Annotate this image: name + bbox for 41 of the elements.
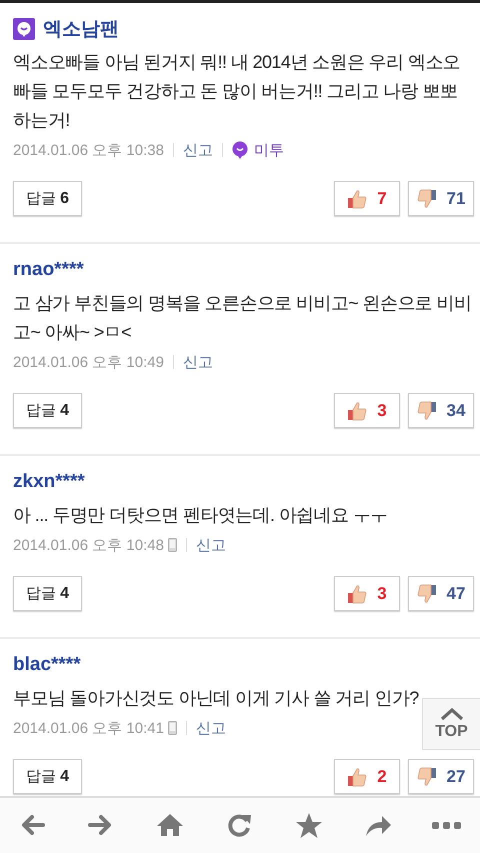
comment-text: 부모님 돌아가신것도 아닌데 이게 기사 쓸 거리 인가? [13,687,420,710]
reply-button[interactable]: 답글 4 [13,759,82,794]
timestamp: 2014.01.06 오후 10:48 [13,536,164,554]
comment-text: 아 ... 두명만 더탓으면 펜타엿는데. 아쉽네요 ㅜㅜ [13,504,389,527]
thumbs-down-icon [416,188,437,208]
metoo-link[interactable]: 미투 [254,140,284,160]
author-name[interactable]: 엑소남팬 [43,16,119,42]
author-name[interactable]: blac**** [13,654,81,676]
reply-button[interactable]: 답글 6 [13,181,82,216]
report-link[interactable]: 신고 [182,352,213,372]
thumbs-down-icon [416,584,437,604]
report-link[interactable]: 신고 [196,536,226,554]
dislike-button[interactable]: 27 [408,759,474,794]
reply-button[interactable]: 답글 4 [13,576,82,611]
scroll-to-top-button[interactable]: TOP [422,698,480,750]
report-link[interactable]: 신고 [196,718,226,738]
author-name[interactable]: rnao**** [13,259,84,281]
comment-text: 고 삼가 부친들의 명복을 오른손으로 비비고~ 왼손으로 비비고~ 아싸~ >ㅁ< [13,292,472,344]
report-link[interactable]: 신고 [182,140,213,160]
star-icon[interactable] [294,810,324,840]
thumbs-up-icon [347,766,368,786]
speech-bubble-icon [232,141,248,159]
thumbs-up-icon [347,584,368,604]
author-name[interactable]: zkxn**** [13,471,85,493]
comment-text: 엑소오빠들 아님 된거지 뭐!! 내 2014년 소원은 우리 엑소오빠들 모두모두 건강하고 돈 많이 버는거!! 그리고 나랑 뽀뽀하는거! [13,51,462,132]
like-button[interactable]: 3 [334,576,400,611]
dislike-button[interactable]: 71 [408,181,474,216]
chevron-up-icon [440,707,464,721]
timestamp: 2014.01.06 오후 10:41 [13,718,164,738]
timestamp: 2014.01.06 오후 10:38 [13,140,164,160]
thumbs-down-icon [416,766,437,786]
timestamp: 2014.01.06 오후 10:49 [13,352,164,372]
reply-button[interactable]: 답글 4 [13,393,82,428]
dislike-button[interactable]: 47 [408,576,474,611]
thumbs-up-icon [347,400,368,420]
like-button[interactable]: 3 [334,393,400,428]
thumbs-up-icon [347,188,368,208]
like-button[interactable]: 7 [334,181,400,216]
dislike-button[interactable]: 34 [408,393,474,428]
like-button[interactable]: 2 [334,759,400,794]
thumbs-down-icon [416,400,437,420]
